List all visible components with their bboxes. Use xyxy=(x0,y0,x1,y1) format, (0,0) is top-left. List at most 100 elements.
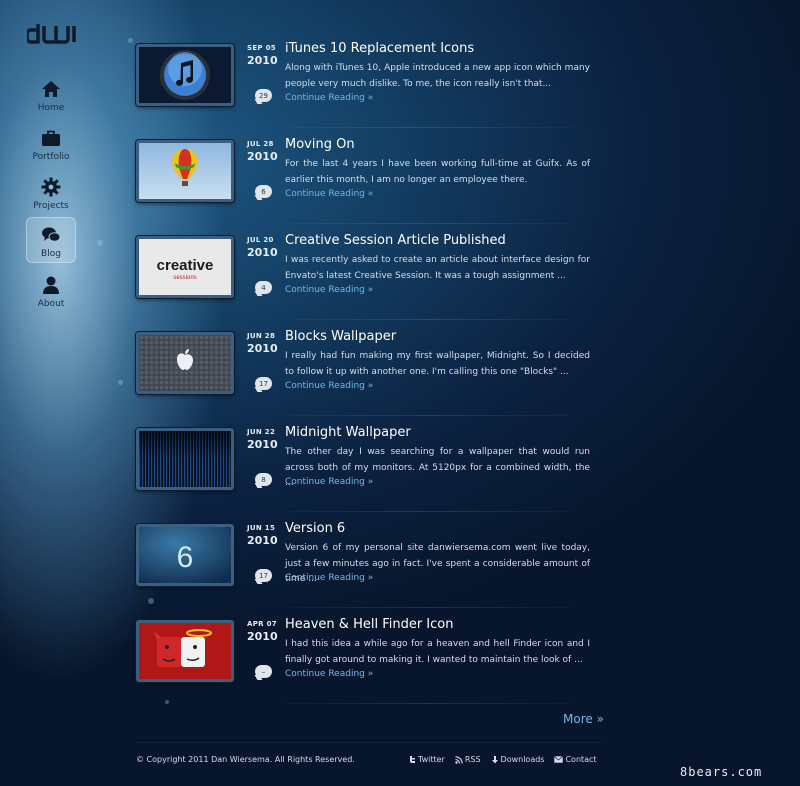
twitter-icon xyxy=(410,755,415,763)
comment-count-badge[interactable]: 29 xyxy=(255,89,272,102)
gear-icon xyxy=(41,177,61,197)
comment-count-badge[interactable]: – xyxy=(255,665,272,678)
continue-reading-link[interactable]: Continue Reading » xyxy=(285,189,373,199)
post-title[interactable]: iTunes 10 Replacement Icons xyxy=(285,41,474,56)
midnight-wallpaper-thumbnail[interactable] xyxy=(136,428,234,490)
footer-link-label: RSS xyxy=(464,755,481,764)
blog-post: creative sessions JUL 20 2010 4 Creative… xyxy=(136,232,596,328)
nav-label: Home xyxy=(37,103,65,113)
mail-icon xyxy=(554,756,564,763)
blog-post: JUN 28 2010 17 Blocks Wallpaper I really… xyxy=(136,328,596,424)
watermark-text: 8bears.com xyxy=(680,765,763,779)
footer-link-rss[interactable]: RSS xyxy=(455,755,481,764)
comment-count: – xyxy=(261,667,266,676)
post-date-year: 2010 xyxy=(247,438,278,451)
creative-sessions-thumbnail[interactable]: creative sessions xyxy=(136,236,234,298)
nav-label: Projects xyxy=(33,201,69,211)
post-date-month-day: JUN 28 xyxy=(247,332,276,340)
more-posts-link[interactable]: More » xyxy=(563,712,604,726)
post-date-year: 2010 xyxy=(247,342,278,355)
continue-reading-link[interactable]: Continue Reading » xyxy=(285,381,373,391)
continue-reading-link[interactable]: Continue Reading » xyxy=(285,285,373,295)
comment-count: 17 xyxy=(259,571,268,580)
person-icon xyxy=(43,276,59,294)
comment-count: 6 xyxy=(261,187,266,196)
post-date-month-day: SEP 05 xyxy=(247,44,276,52)
logo-mark xyxy=(25,24,76,44)
thumbnail-logo-text: creative xyxy=(157,257,214,274)
blog-post: JUN 22 2010 8 Midnight Wallpaper The oth… xyxy=(136,424,596,520)
footer-link-downloads[interactable]: Downloads xyxy=(491,755,545,764)
post-date-year: 2010 xyxy=(247,54,278,67)
footer-copyright: © Copyright 2011 Dan Wiersema. All Right… xyxy=(136,755,355,764)
nav-item-portfolio[interactable]: Portfolio xyxy=(26,119,76,165)
post-date-month-day: JUL 20 xyxy=(247,236,274,244)
home-icon xyxy=(42,81,60,97)
comment-count: 17 xyxy=(259,379,268,388)
thumbnail-logo-subtext: sessions xyxy=(173,275,196,281)
comment-count-badge[interactable]: 17 xyxy=(255,377,272,390)
comment-count: 29 xyxy=(259,91,268,100)
itunes-icon-thumbnail[interactable] xyxy=(136,44,234,106)
chat-bubbles-icon xyxy=(42,227,61,242)
post-date-year: 2010 xyxy=(247,534,278,547)
apple-blocks-thumbnail[interactable] xyxy=(136,332,234,394)
blog-post: JUL 28 2010 6 Moving On For the last 4 y… xyxy=(136,136,596,232)
blog-post: 6 JUN 15 2010 17 Version 6 Version 6 of … xyxy=(136,520,596,616)
main-nav: Home Portfolio Projects Blog About xyxy=(26,70,76,315)
post-excerpt: For the last 4 years I have been working… xyxy=(285,159,590,185)
rss-icon xyxy=(455,755,463,764)
comment-count-badge[interactable]: 4 xyxy=(255,281,272,294)
comment-count-badge[interactable]: 8 xyxy=(255,473,272,486)
footer-link-twitter[interactable]: Twitter xyxy=(408,755,445,764)
blog-post-list: SEP 05 2010 29 iTunes 10 Replacement Ico… xyxy=(136,40,596,712)
post-title[interactable]: Heaven & Hell Finder Icon xyxy=(285,617,454,632)
post-date-month-day: JUN 22 xyxy=(247,428,276,436)
post-title[interactable]: Midnight Wallpaper xyxy=(285,425,411,440)
comment-count: 8 xyxy=(261,475,266,484)
site-logo[interactable] xyxy=(25,22,79,44)
post-date-month-day: JUN 15 xyxy=(247,524,276,532)
blog-post: APR 07 2010 – Heaven & Hell Finder Icon … xyxy=(136,616,596,712)
post-date-year: 2010 xyxy=(247,150,278,163)
post-title[interactable]: Creative Session Article Published xyxy=(285,233,506,248)
post-date-year: 2010 xyxy=(247,246,278,259)
thumbnail-number-text: 6 xyxy=(177,541,194,574)
nav-item-about[interactable]: About xyxy=(26,266,76,312)
nav-item-projects[interactable]: Projects xyxy=(26,168,76,214)
post-title[interactable]: Version 6 xyxy=(285,521,345,536)
briefcase-icon xyxy=(42,130,60,146)
footer-link-label: Contact xyxy=(565,755,597,764)
post-title[interactable]: Blocks Wallpaper xyxy=(285,329,396,344)
footer-link-contact[interactable]: Contact xyxy=(554,755,597,764)
post-date-month-day: JUL 28 xyxy=(247,140,274,148)
nav-label: Blog xyxy=(41,249,61,259)
continue-reading-link[interactable]: Continue Reading » xyxy=(285,477,373,487)
finder-icon-thumbnail[interactable] xyxy=(136,620,234,682)
continue-reading-link[interactable]: Continue Reading » xyxy=(285,93,373,103)
footer-link-label: Twitter xyxy=(418,755,445,764)
footer-links: Twitter RSS Downloads Contact xyxy=(408,755,597,764)
post-excerpt: I had this idea a while ago for a heaven… xyxy=(285,639,590,665)
post-date-year: 2010 xyxy=(247,630,278,643)
version-6-thumbnail[interactable]: 6 xyxy=(136,524,234,586)
nav-label: Portfolio xyxy=(32,152,70,162)
comment-count-badge[interactable]: 17 xyxy=(255,569,272,582)
comment-count-badge[interactable]: 6 xyxy=(255,185,272,198)
post-excerpt: I really had fun making my first wallpap… xyxy=(285,351,590,377)
footer-link-label: Downloads xyxy=(500,755,545,764)
post-title[interactable]: Moving On xyxy=(285,137,355,152)
nav-item-home[interactable]: Home xyxy=(26,70,76,116)
bubble-decoration xyxy=(118,380,123,385)
nav-label: About xyxy=(37,299,65,309)
blog-post: SEP 05 2010 29 iTunes 10 Replacement Ico… xyxy=(136,40,596,136)
footer-divider xyxy=(136,742,601,743)
comment-count: 4 xyxy=(261,283,266,292)
continue-reading-link[interactable]: Continue Reading » xyxy=(285,669,373,679)
continue-reading-link[interactable]: Continue Reading » xyxy=(285,573,373,583)
post-excerpt: Along with iTunes 10, Apple introduced a… xyxy=(285,63,590,89)
hot-air-balloon-thumbnail[interactable] xyxy=(136,140,234,202)
nav-item-blog[interactable]: Blog xyxy=(26,217,76,263)
download-icon xyxy=(491,755,498,763)
bubble-decoration xyxy=(128,38,133,43)
